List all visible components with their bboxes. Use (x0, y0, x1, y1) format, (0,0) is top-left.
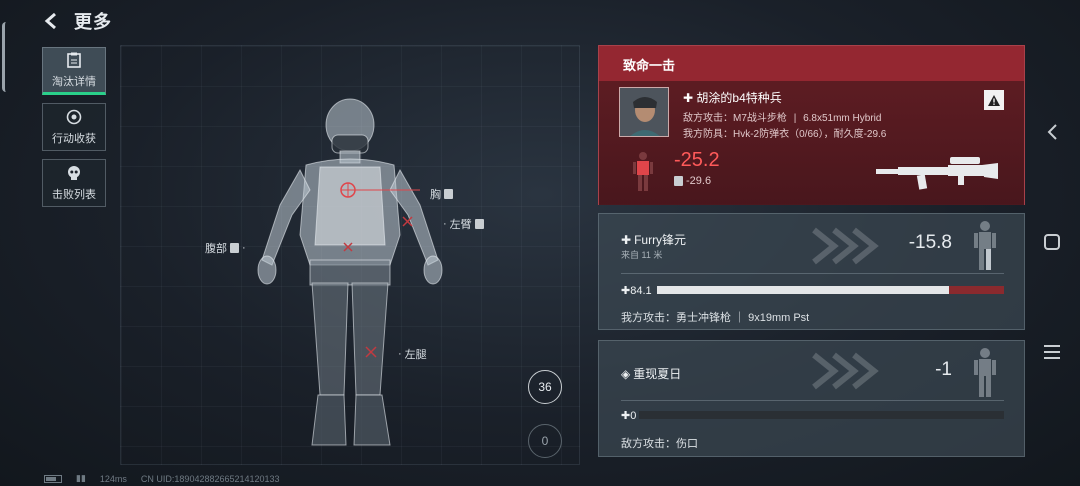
home-square-icon[interactable] (1042, 232, 1062, 252)
attacker-name-text: 重现夏日 (633, 367, 682, 381)
nav-label: 行动收获 (52, 133, 96, 145)
hit-label-abdomen: 腹部 · (205, 242, 246, 255)
hit-label-chest: 胸 (430, 186, 453, 202)
counter-badge-bottom[interactable]: 0 (528, 424, 562, 458)
attack-distance: 来自 11 米 (621, 250, 663, 260)
armor-icon (674, 176, 683, 186)
body-silhouette-icon (974, 221, 996, 270)
fatal-hit-card: 致命一击 ✚ 胡涂的b4特种兵 敌方攻击：M7战斗步枪 | 6.8x51mm H… (598, 45, 1025, 205)
hp-bar-lost (949, 286, 1004, 294)
rifle-icon (874, 155, 1000, 196)
plus-icon: ✚ (683, 91, 694, 105)
system-nav-bar (1042, 0, 1062, 486)
attacker-name: ✚ Furry锋元 (621, 231, 686, 248)
diamond-icon: ◈ (621, 366, 631, 381)
armor-damage-row: -29.6 (674, 175, 711, 187)
hit-label-left-arm: · 左臂 (443, 216, 484, 232)
hp-label: ✚0 (621, 409, 636, 422)
chevron-right-icon (812, 352, 879, 390)
attacker-name: ◈ 重现夏日 (621, 365, 681, 382)
killer-name: ✚ 胡涂的b4特种兵 (683, 89, 782, 106)
nav-item-elimination-details[interactable]: 淘汰详情 (42, 47, 106, 95)
hit-part-text: 左臂 (449, 219, 472, 231)
damage-value: -1 (935, 359, 952, 380)
hp-label: ✚84.1 (621, 284, 652, 297)
side-nav: 淘汰详情 行动收获 击败列表 (42, 47, 106, 207)
ping-text: 124ms (99, 473, 127, 484)
killer-name-text: 胡涂的b4特种兵 (696, 91, 782, 105)
warning-icon (988, 94, 1000, 106)
skull-icon (65, 164, 83, 182)
armor-icon (444, 189, 453, 199)
body-silhouette-icon (974, 348, 996, 397)
signal-icon: ▮▮ (76, 473, 86, 483)
enemy-weapon-line: 敌方攻击：M7战斗步枪 | 6.8x51mm Hybrid (683, 113, 882, 124)
nav-item-kill-list[interactable]: 击败列表 (42, 159, 106, 207)
counter-badge-top[interactable]: 36 (528, 370, 562, 404)
killer-avatar (619, 87, 669, 137)
status-bar: ▮▮ 124ms CN UID:18904288266521412013​3 (44, 473, 280, 484)
back-chevron-icon[interactable] (1042, 122, 1062, 142)
nav-label: 淘汰详情 (52, 76, 96, 88)
plus-icon: ✚ (621, 285, 631, 297)
attack-weapon-line: 敌方攻击：伤口 (621, 438, 698, 450)
armor-damage-value: -29.6 (686, 175, 712, 187)
body-damage-silhouette-icon (633, 151, 653, 198)
damage-event-card[interactable]: ✚ Furry锋元 来自 11 米 -15.8 ✚84.1 我方攻击：勇士冲锋枪… (598, 213, 1025, 330)
hp-value: 0 (630, 410, 637, 422)
enemy-weapon: M7战斗步枪 (733, 113, 787, 124)
hp-bar (657, 286, 1004, 294)
hit-part-text: 腹部 (205, 243, 227, 255)
nav-label: 击败列表 (52, 189, 96, 201)
hp-value: 84.1 (630, 285, 652, 297)
report-warning-button[interactable] (984, 90, 1004, 110)
hp-damage-value: -25.2 (674, 149, 720, 171)
enemy-ammo: 6.8x51mm Hybrid (803, 113, 882, 124)
uid-text: CN UID:18904288266521412013​3 (140, 473, 280, 484)
back-arrow-icon[interactable] (40, 9, 64, 33)
divider (621, 400, 1004, 401)
enemy-weapon-label: 敌方攻击： (683, 113, 733, 124)
attacker-name-text: Furry锋元 (634, 233, 687, 247)
hp-bar (639, 411, 1004, 419)
my-armor: Hvk-2防弹衣（0/66），耐久度-29.6 (733, 129, 887, 140)
plus-icon: ✚ (621, 410, 631, 422)
plus-icon: ✚ (621, 232, 632, 247)
chevron-right-icon (812, 227, 879, 265)
hit-part-text: 左腿 (404, 349, 427, 361)
left-edge-handle[interactable] (2, 22, 10, 92)
battery-icon (44, 474, 62, 483)
my-armor-line: 我方防具：Hvk-2防弹衣（0/66），耐久度-29.6 (683, 125, 886, 140)
armor-icon (474, 219, 484, 229)
page-header: 更多 (40, 8, 112, 34)
coin-icon (65, 108, 83, 126)
hp-bar-fill (657, 286, 949, 294)
nav-item-action-gains[interactable]: 行动收获 (42, 103, 106, 151)
damage-event-card[interactable]: ◈ 重现夏日 -1 ✚0 敌方攻击：伤口 (598, 340, 1025, 457)
divider (621, 273, 1004, 274)
my-armor-label: 我方防具： (683, 129, 733, 140)
fatal-hit-title: 致命一击 (599, 46, 1024, 81)
operator-body-figure (240, 95, 460, 455)
clipboard-icon (65, 51, 83, 69)
menu-icon[interactable] (1042, 342, 1062, 362)
hit-part-text: 胸 (430, 189, 441, 201)
armor-icon (230, 243, 239, 253)
page-title: 更多 (74, 12, 112, 32)
attack-weapon-line: 我方攻击：勇士冲锋枪 ｜ 9x19mm Pst (621, 312, 810, 324)
damage-value: -15.8 (908, 232, 952, 253)
hit-label-left-leg: · 左腿 (398, 348, 427, 361)
